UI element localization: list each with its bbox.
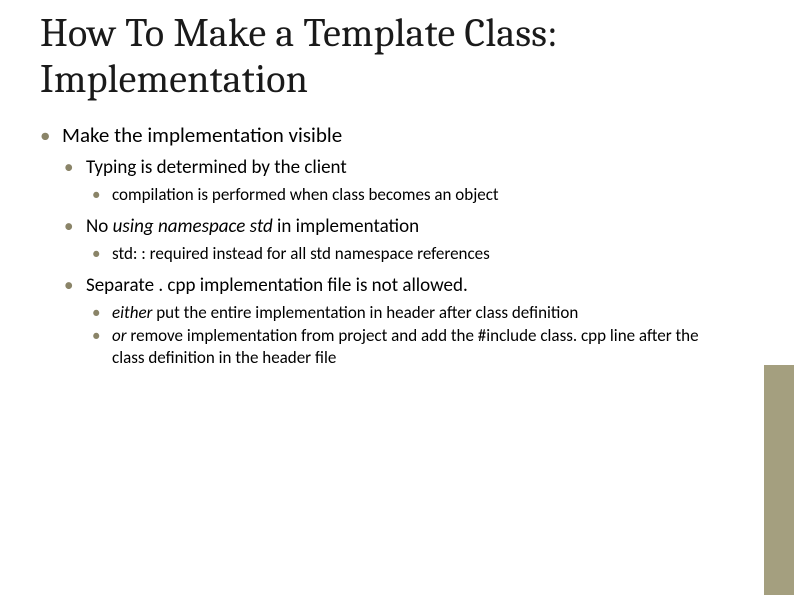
bullet-text: in implementation <box>273 215 419 238</box>
italic-text: or <box>112 325 127 346</box>
accent-bar <box>764 365 794 595</box>
slide-title: How To Make a Template Class: Implementa… <box>40 10 720 102</box>
list-item: No using namespace std in implementation <box>64 215 720 239</box>
bullet-text: remove implementation from project and a… <box>112 325 699 367</box>
list-item: Typing is determined by the client <box>64 156 720 180</box>
list-item: Make the implementation visible <box>40 122 720 148</box>
bullet-text: Make the implementation visible <box>62 122 342 148</box>
list-item: Separate . cpp implementation file is no… <box>64 274 720 298</box>
bullet-text: std: : required instead for all std name… <box>112 243 490 264</box>
list-item: compilation is performed when class beco… <box>92 184 720 205</box>
list-item: std: : required instead for all std name… <box>92 243 720 264</box>
slide-content: How To Make a Template Class: Implementa… <box>0 0 760 368</box>
bullet-text: Separate . cpp implementation file is no… <box>86 274 468 297</box>
bullet-text: compilation is performed when class beco… <box>112 184 499 205</box>
italic-text: using namespace std <box>113 215 273 238</box>
list-item: or remove implementation from project an… <box>92 325 720 368</box>
italic-text: either <box>112 302 152 323</box>
list-item: either put the entire implementation in … <box>92 302 720 323</box>
bullet-list: Make the implementation visible Typing i… <box>40 122 720 368</box>
bullet-text: No <box>86 215 113 238</box>
bullet-text: Typing is determined by the client <box>86 156 347 179</box>
bullet-text: put the entire implementation in header … <box>152 302 578 323</box>
